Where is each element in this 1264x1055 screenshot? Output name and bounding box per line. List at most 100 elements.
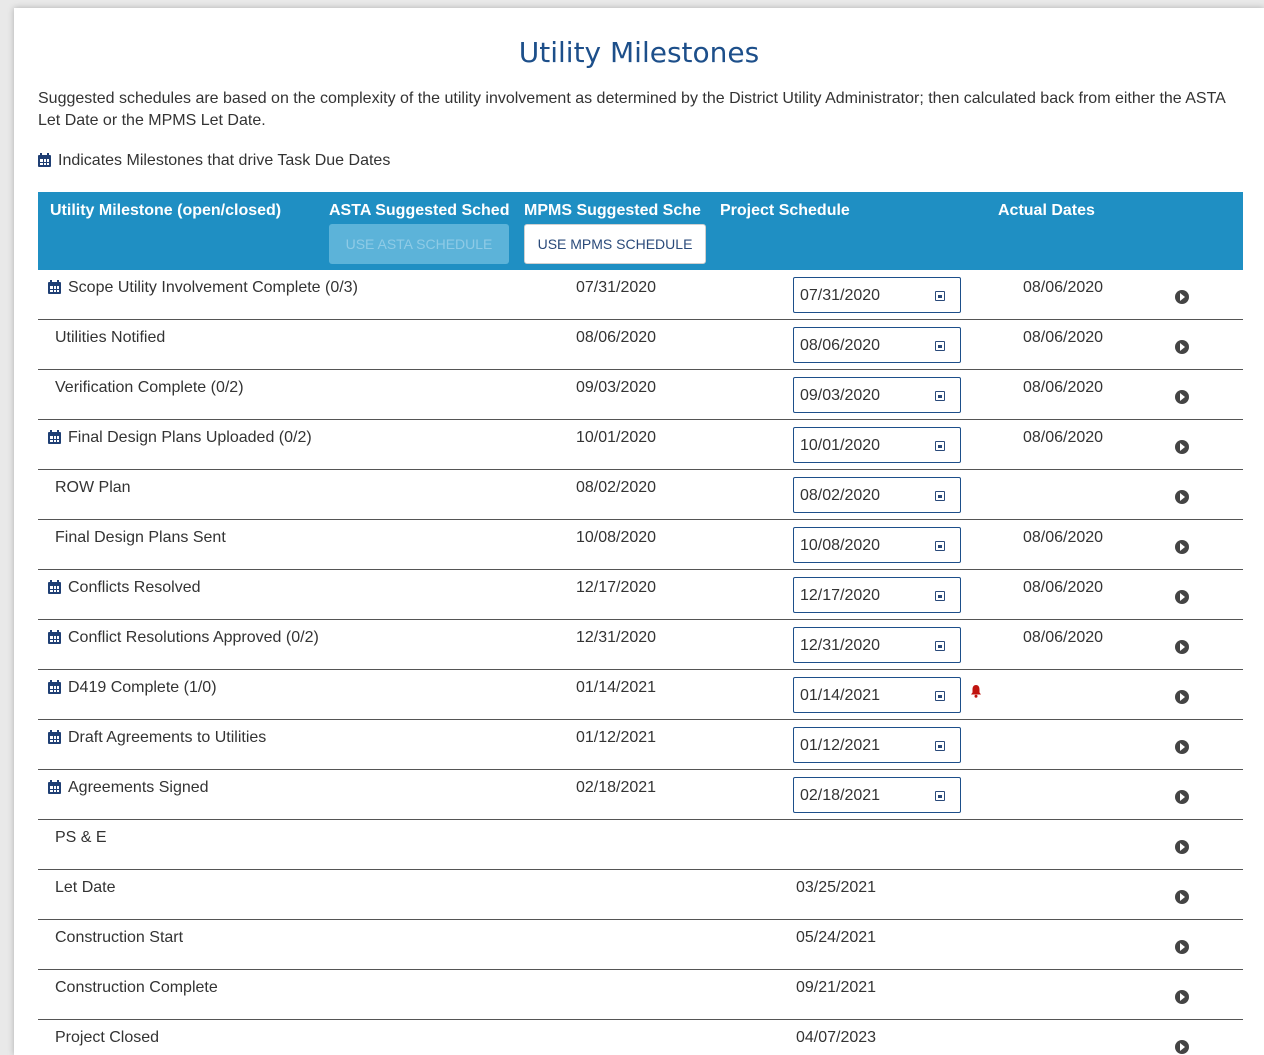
table-row: Final Design Plans Uploaded (0/2) 10/01/2… xyxy=(38,420,1243,470)
project-schedule-date-value: 01/12/2021 xyxy=(800,737,881,754)
table-row: Conflict Resolutions Approved (0/2) 12/31… xyxy=(38,620,1243,670)
project-schedule-date: 04/07/2023 xyxy=(796,1029,877,1046)
header-mpms: MPMS Suggested Sche xyxy=(524,202,701,219)
suggested-date: 09/03/2020 xyxy=(576,379,657,396)
actual-date: 08/06/2020 xyxy=(1023,329,1104,346)
actual-date: 08/06/2020 xyxy=(1023,529,1104,546)
project-schedule-date-input[interactable]: 09/03/2020 xyxy=(793,377,961,413)
table-row: Project Closed 04/07/2023 xyxy=(38,1020,1243,1055)
suggested-date: 08/06/2020 xyxy=(576,329,657,346)
date-picker-icon[interactable] xyxy=(935,291,945,301)
header-asta: ASTA Suggested Sched xyxy=(329,202,510,219)
suggested-date: 02/18/2021 xyxy=(576,779,657,796)
suggested-date: 10/08/2020 xyxy=(576,529,657,546)
date-picker-icon[interactable] xyxy=(935,441,945,451)
calendar-icon xyxy=(38,153,51,167)
milestone-name-cell: Agreements Signed xyxy=(48,779,209,797)
date-picker-icon[interactable] xyxy=(935,691,945,701)
suggested-date: 12/17/2020 xyxy=(576,579,657,596)
actual-date: 08/06/2020 xyxy=(1023,429,1104,446)
actual-date: 08/06/2020 xyxy=(1023,379,1104,396)
actual-date: 08/06/2020 xyxy=(1023,579,1104,596)
project-schedule-date-value: 12/31/2020 xyxy=(800,637,881,654)
legend: Indicates Milestones that drive Task Due… xyxy=(38,152,390,170)
expand-row-arrow-icon[interactable] xyxy=(1175,490,1189,504)
project-schedule-date-input[interactable]: 10/01/2020 xyxy=(793,427,961,463)
calendar-icon xyxy=(48,680,61,694)
table-row: Let Date 03/25/2021 xyxy=(38,870,1243,920)
page-title: Utility Milestones xyxy=(518,36,760,69)
milestone-name: Construction Complete xyxy=(55,979,218,996)
date-picker-icon[interactable] xyxy=(935,791,945,801)
milestone-name-cell: Conflicts Resolved xyxy=(48,579,201,597)
page-description: Suggested schedules are based on the com… xyxy=(38,90,1225,129)
expand-row-arrow-icon[interactable] xyxy=(1175,640,1189,654)
project-schedule-date-input[interactable]: 02/18/2021 xyxy=(793,777,961,813)
header-milestone: Utility Milestone (open/closed) xyxy=(50,202,282,219)
project-schedule-date-value: 12/17/2020 xyxy=(800,587,881,604)
project-schedule-date-value: 08/06/2020 xyxy=(800,337,881,354)
milestone-name-cell: ROW Plan xyxy=(55,479,131,497)
header-project-schedule: Project Schedule xyxy=(720,202,850,219)
milestone-name: Verification Complete (0/2) xyxy=(55,379,244,396)
calendar-icon xyxy=(48,780,61,794)
project-schedule-date-input[interactable]: 10/08/2020 xyxy=(793,527,961,563)
expand-row-arrow-icon[interactable] xyxy=(1175,390,1189,404)
project-schedule-date-input[interactable]: 07/31/2020 xyxy=(793,277,961,313)
date-picker-icon[interactable] xyxy=(935,391,945,401)
expand-row-arrow-icon[interactable] xyxy=(1175,440,1189,454)
date-picker-icon[interactable] xyxy=(935,641,945,651)
expand-row-arrow-icon[interactable] xyxy=(1175,790,1189,804)
actual-date: 08/06/2020 xyxy=(1023,629,1104,646)
expand-row-arrow-icon[interactable] xyxy=(1175,1040,1189,1054)
milestone-table-body: Scope Utility Involvement Complete (0/3)… xyxy=(38,270,1243,1055)
expand-row-arrow-icon[interactable] xyxy=(1175,890,1189,904)
date-picker-icon[interactable] xyxy=(935,541,945,551)
milestone-name: Draft Agreements to Utilities xyxy=(68,729,267,746)
table-row: Agreements Signed 02/18/2021 02/18/2021 xyxy=(38,770,1243,820)
table-row: Draft Agreements to Utilities 01/12/2021 0… xyxy=(38,720,1243,770)
suggested-date: 07/31/2020 xyxy=(576,279,657,296)
table-row: Utilities Notified 08/06/2020 08/06/2020 08… xyxy=(38,320,1243,370)
table-row: Conflicts Resolved 12/17/2020 12/17/2020 08… xyxy=(38,570,1243,620)
date-picker-icon[interactable] xyxy=(935,741,945,751)
project-schedule-date-value: 02/18/2021 xyxy=(800,787,881,804)
expand-row-arrow-icon[interactable] xyxy=(1175,290,1189,304)
milestone-name: Let Date xyxy=(55,879,116,896)
project-schedule-date-input[interactable]: 01/12/2021 xyxy=(793,727,961,763)
use-mpms-schedule-button[interactable]: USE MPMS SCHEDULE xyxy=(524,224,706,264)
table-row: Construction Complete 09/21/2021 xyxy=(38,970,1243,1020)
suggested-date: 01/14/2021 xyxy=(576,679,657,696)
calendar-icon xyxy=(48,430,61,444)
milestone-name-cell: Project Closed xyxy=(55,1029,159,1047)
milestone-name: Conflict Resolutions Approved (0/2) xyxy=(68,629,319,646)
milestone-name: Conflicts Resolved xyxy=(68,579,201,596)
milestone-name: Construction Start xyxy=(55,929,184,946)
project-schedule-date-input[interactable]: 12/17/2020 xyxy=(793,577,961,613)
milestone-name: PS & E xyxy=(55,829,107,846)
project-schedule-date-input[interactable]: 08/02/2020 xyxy=(793,477,961,513)
expand-row-arrow-icon[interactable] xyxy=(1175,940,1189,954)
expand-row-arrow-icon[interactable] xyxy=(1175,740,1189,754)
project-schedule-date-input[interactable]: 08/06/2020 xyxy=(793,327,961,363)
table-row: Construction Start 05/24/2021 xyxy=(38,920,1243,970)
milestone-name: Final Design Plans Uploaded (0/2) xyxy=(68,429,312,446)
project-schedule-date-input[interactable]: 12/31/2020 xyxy=(793,627,961,663)
suggested-date: 08/02/2020 xyxy=(576,479,657,496)
suggested-date: 12/31/2020 xyxy=(576,629,657,646)
expand-row-arrow-icon[interactable] xyxy=(1175,990,1189,1004)
expand-row-arrow-icon[interactable] xyxy=(1175,590,1189,604)
use-asta-schedule-button[interactable]: USE ASTA SCHEDULE xyxy=(329,224,509,264)
expand-row-arrow-icon[interactable] xyxy=(1175,340,1189,354)
project-schedule-date-input[interactable]: 01/14/2021 xyxy=(793,677,961,713)
date-picker-icon[interactable] xyxy=(935,341,945,351)
utility-milestones-panel: Utility Milestones Suggested schedules a… xyxy=(14,8,1264,1055)
date-picker-icon[interactable] xyxy=(935,591,945,601)
table-row: PS & E xyxy=(38,820,1243,870)
date-picker-icon[interactable] xyxy=(935,491,945,501)
milestone-name-cell: Let Date xyxy=(55,879,115,897)
calendar-icon xyxy=(48,730,61,744)
expand-row-arrow-icon[interactable] xyxy=(1175,690,1189,704)
expand-row-arrow-icon[interactable] xyxy=(1175,840,1189,854)
expand-row-arrow-icon[interactable] xyxy=(1175,540,1189,554)
